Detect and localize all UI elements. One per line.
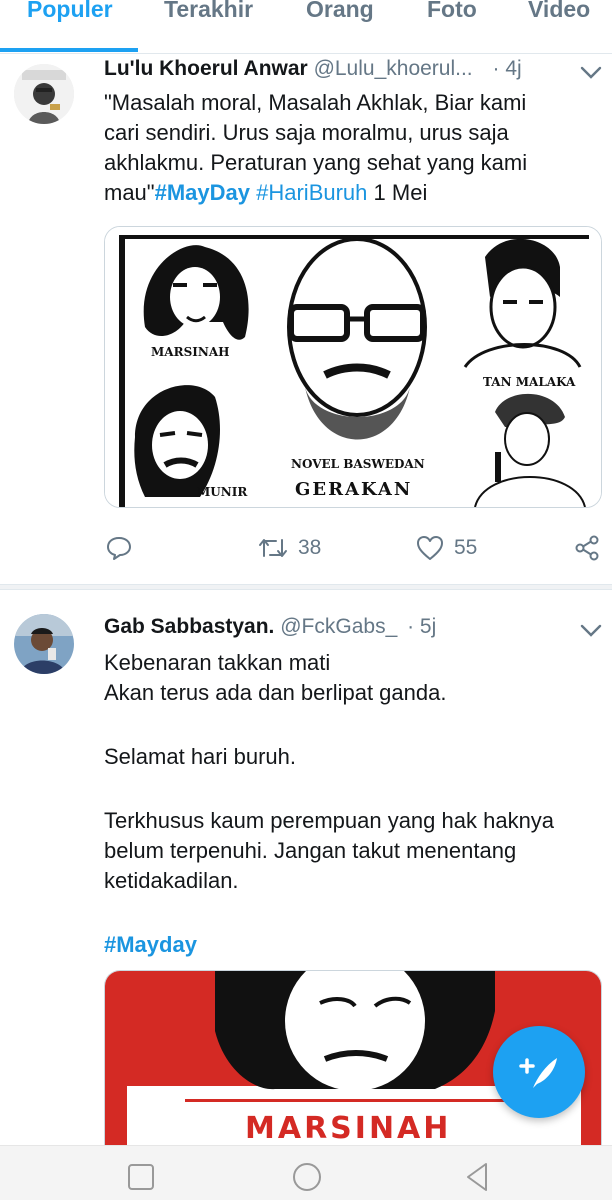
text-line: akhlakmu. Peraturan yang sehat yang kami (104, 150, 528, 175)
media-caption: MUNIR (197, 485, 248, 499)
retweet-icon (259, 539, 287, 557)
back-icon[interactable] (460, 1160, 494, 1194)
hashtag-link[interactable]: #HariBuruh (256, 180, 367, 205)
avatar-image (14, 614, 74, 674)
author-handle[interactable]: @FckGabs_ (280, 615, 397, 638)
tweet-time: · 4j (492, 57, 522, 80)
author-handle[interactable]: @Lulu_khoerul... (314, 57, 473, 80)
retweet-button[interactable]: 38 (258, 528, 321, 568)
tweet-time: · 5j (407, 615, 437, 638)
chevron-down-icon[interactable] (580, 66, 602, 80)
text-line: Akan terus ada dan berlipat ganda. (104, 680, 447, 705)
like-count: 55 (454, 536, 478, 559)
tweet-header: Lu'lu Khoerul Anwar @Lulu_khoerul... · 4… (104, 57, 522, 81)
tweet-text: "Masalah moral, Masalah Akhlak, Biar kam… (104, 88, 527, 208)
recent-apps-icon[interactable] (124, 1160, 158, 1194)
avatar[interactable] (14, 614, 74, 674)
text-line: belum terpenuhi. Jangan takut menentang (104, 838, 517, 863)
media-caption: MARSINAH (151, 345, 230, 359)
compose-tweet-button[interactable] (493, 1026, 585, 1118)
text-line: Selamat hari buruh. (104, 744, 296, 769)
tweet-divider (0, 584, 612, 590)
text-line-blank (104, 772, 554, 806)
system-navigation-bar (0, 1145, 612, 1200)
heart-icon (417, 536, 443, 560)
tab-populer[interactable]: Populer (27, 0, 113, 23)
text-line-blank (104, 708, 554, 742)
tab-video[interactable]: Video (528, 0, 590, 23)
tweet-actions: 38 55 (0, 528, 612, 568)
tab-foto[interactable]: Foto (427, 0, 477, 23)
tab-orang[interactable]: Orang (306, 0, 374, 23)
avatar-image (14, 64, 74, 124)
hashtag-link[interactable]: #MayDay (155, 180, 250, 205)
text-line: cari sendiri. Urus saja moralmu, urus sa… (104, 120, 509, 145)
poster-title: MARSINAH (245, 1111, 452, 1146)
chevron-down-icon[interactable] (580, 624, 602, 638)
reply-button[interactable] (106, 528, 142, 568)
media-caption: GERAKAN (295, 479, 413, 500)
avatar[interactable] (14, 64, 74, 124)
media-caption: TAN MALAKA (483, 375, 576, 389)
reply-icon (107, 537, 131, 560)
text-line: Terkhusus kaum perempuan yang hak haknya (104, 808, 555, 833)
author-name[interactable]: Gab Sabbastyan. (104, 615, 274, 638)
tweet-media-image[interactable]: MARSINAH TAN MALAKA NOVEL BASWEDAN MUNIR… (104, 226, 602, 508)
compose-tweet-icon (519, 1058, 557, 1088)
home-icon[interactable] (290, 1160, 324, 1194)
text-line: "Masalah moral, Masalah Akhlak, Biar kam… (104, 90, 527, 115)
retweet-count: 38 (298, 536, 322, 559)
like-button[interactable]: 55 (416, 528, 477, 568)
author-name[interactable]: Lu'lu Khoerul Anwar (104, 57, 308, 80)
text-line: mau"#MayDay #HariBuruh 1 Mei (104, 180, 428, 205)
text-line: Kebenaran takkan mati (104, 650, 331, 675)
tab-terakhir[interactable]: Terakhir (164, 0, 253, 23)
tweet-text: Kebenaran takkan mati Akan terus ada dan… (104, 648, 554, 960)
text-line: ketidakadilan. (104, 868, 239, 893)
share-button[interactable] (574, 528, 600, 568)
active-tab-indicator (0, 48, 138, 52)
tweet-1[interactable]: Lu'lu Khoerul Anwar @Lulu_khoerul... · 4… (0, 54, 612, 584)
tweet-header: Gab Sabbastyan. @FckGabs_ · 5j (104, 615, 436, 639)
hashtag-link[interactable]: #Mayday (104, 932, 197, 957)
search-tabs: Populer Terakhir Orang Foto Video (0, 0, 612, 54)
media-caption: NOVEL BASWEDAN (291, 457, 425, 471)
share-icon (575, 535, 599, 561)
